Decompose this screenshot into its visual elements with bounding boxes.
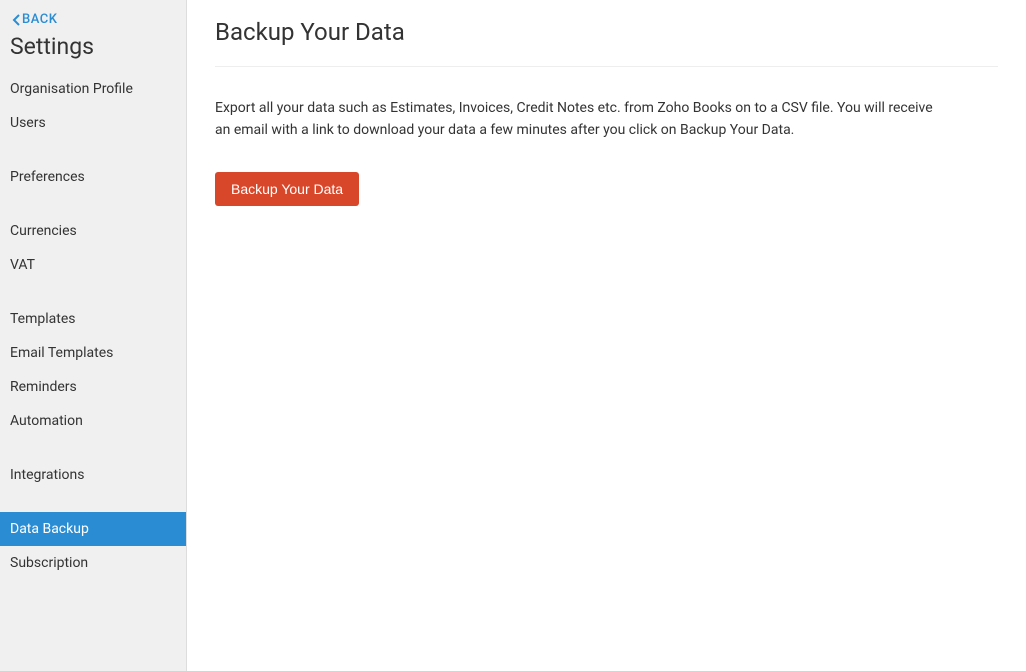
nav-group: Data Backup Subscription: [0, 512, 186, 580]
sidebar-item-organisation-profile[interactable]: Organisation Profile: [0, 72, 186, 106]
sidebar-title: Settings: [0, 31, 186, 72]
main-content: Backup Your Data Export all your data su…: [187, 0, 1026, 671]
sidebar-item-preferences[interactable]: Preferences: [0, 160, 186, 194]
sidebar-item-templates[interactable]: Templates: [0, 302, 186, 336]
nav-group: Currencies VAT: [0, 214, 186, 282]
back-link[interactable]: BACK: [0, 0, 186, 31]
nav-group: Preferences: [0, 160, 186, 194]
nav-group: Templates Email Templates Reminders Auto…: [0, 302, 186, 438]
sidebar-item-subscription[interactable]: Subscription: [0, 546, 186, 580]
sidebar-item-integrations[interactable]: Integrations: [0, 458, 186, 492]
page-description: Export all your data such as Estimates, …: [215, 97, 935, 142]
page-title: Backup Your Data: [215, 18, 998, 67]
backup-your-data-button[interactable]: Backup Your Data: [215, 172, 359, 206]
sidebar-item-automation[interactable]: Automation: [0, 404, 186, 438]
sidebar-item-vat[interactable]: VAT: [0, 248, 186, 282]
sidebar-item-data-backup[interactable]: Data Backup: [0, 512, 186, 546]
sidebar-item-email-templates[interactable]: Email Templates: [0, 336, 186, 370]
back-label: BACK: [22, 12, 57, 27]
nav-group: Organisation Profile Users: [0, 72, 186, 140]
chevron-left-icon: [12, 14, 20, 26]
nav-group: Integrations: [0, 458, 186, 492]
sidebar-item-users[interactable]: Users: [0, 106, 186, 140]
sidebar-item-reminders[interactable]: Reminders: [0, 370, 186, 404]
settings-sidebar: BACK Settings Organisation Profile Users…: [0, 0, 187, 671]
sidebar-item-currencies[interactable]: Currencies: [0, 214, 186, 248]
